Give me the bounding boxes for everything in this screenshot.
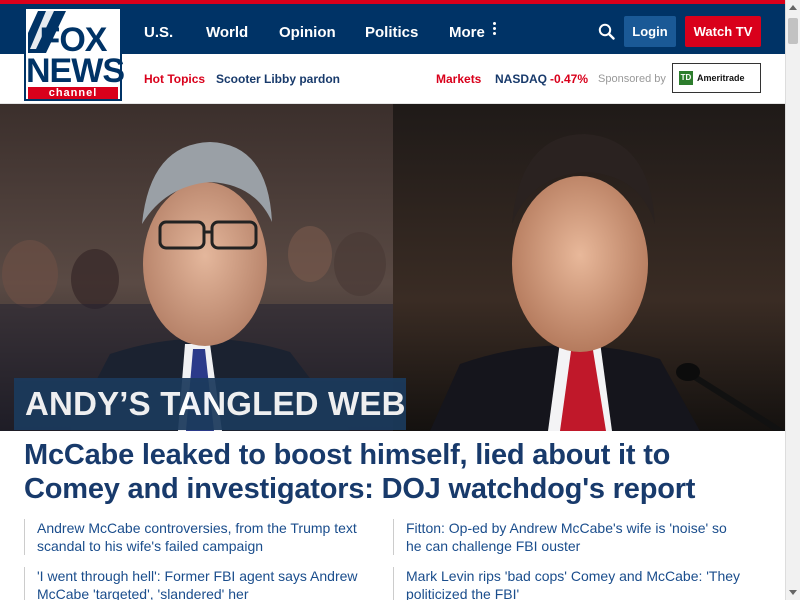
- hot-topics-label: Hot Topics: [144, 72, 206, 86]
- watch-tv-button[interactable]: Watch TV: [685, 16, 761, 47]
- ameritrade-text: Ameritrade: [697, 73, 745, 83]
- nasdaq-label[interactable]: NASDAQ: [495, 72, 547, 86]
- nav-politics[interactable]: Politics: [365, 25, 418, 41]
- search-icon[interactable]: [598, 23, 615, 40]
- main-headline[interactable]: McCabe leaked to boost himself, lied abo…: [24, 438, 744, 506]
- login-button[interactable]: Login: [624, 16, 676, 47]
- nasdaq-change: -0.47%: [550, 72, 589, 86]
- hero-banner-text: ANDY’S TANGLED WEB: [25, 385, 406, 422]
- logo-channel-text: channel: [28, 87, 118, 99]
- more-menu-icon[interactable]: [493, 21, 497, 37]
- nav-more[interactable]: More: [449, 25, 485, 41]
- related-link-1[interactable]: Andrew McCabe controversies, from the Tr…: [24, 519, 374, 555]
- nav-us[interactable]: U.S.: [144, 25, 173, 41]
- markets-label[interactable]: Markets: [436, 72, 481, 86]
- hot-topic-link[interactable]: Scooter Libby pardon: [216, 72, 340, 86]
- hero-banner: ANDY’S TANGLED WEB: [14, 378, 406, 430]
- related-link-3[interactable]: 'I went through hell': Former FBI agent …: [24, 567, 374, 600]
- related-link-4[interactable]: Mark Levin rips 'bad cops' Comey and McC…: [393, 567, 743, 600]
- scroll-thumb[interactable]: [788, 18, 798, 44]
- scroll-down-icon[interactable]: [789, 590, 797, 595]
- scroll-up-icon[interactable]: [789, 5, 797, 10]
- td-ameritrade-logo[interactable]: TD Ameritrade: [672, 63, 761, 93]
- fox-news-logo[interactable]: FOX NEWS channel: [24, 7, 125, 101]
- scrollbar[interactable]: [785, 0, 800, 600]
- td-mark: TD: [679, 71, 693, 85]
- nav-opinion[interactable]: Opinion: [279, 25, 336, 41]
- related-link-2[interactable]: Fitton: Op-ed by Andrew McCabe's wife is…: [393, 519, 743, 555]
- page: U.S. World Opinion Politics More Login W…: [0, 0, 800, 600]
- nav-world[interactable]: World: [206, 25, 248, 41]
- sponsored-by-label: Sponsored by: [598, 73, 666, 85]
- logo-news-text: NEWS: [26, 52, 125, 90]
